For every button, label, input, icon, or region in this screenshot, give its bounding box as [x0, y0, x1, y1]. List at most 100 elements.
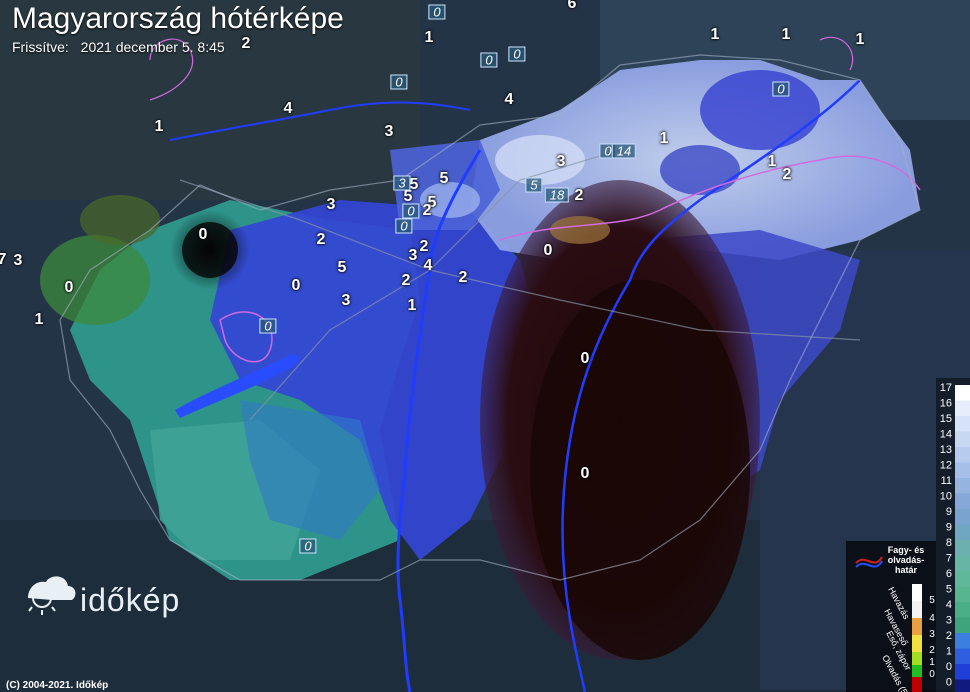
scale-value: 9	[946, 522, 952, 534]
scale-value: 6	[946, 568, 952, 580]
legend-bar-swatch	[912, 677, 922, 692]
scale-value: 2	[946, 630, 952, 642]
idokep-logo[interactable]: időkép	[22, 570, 179, 624]
scale-value: 4	[946, 599, 952, 611]
station-box[interactable]: 0	[395, 218, 413, 234]
legend-boundary-label: Fagy- és	[888, 545, 925, 555]
snow-depth-label: 7	[0, 251, 7, 268]
snow-depth-label: 3	[408, 247, 418, 264]
snow-depth-label: 1	[767, 153, 777, 170]
snow-depth-label: 1	[34, 311, 44, 328]
snow-depth-label: 0	[543, 242, 553, 259]
legend-bar-value: 0	[929, 669, 935, 680]
scale-swatch	[955, 478, 970, 494]
snow-depth-label: 2	[401, 272, 411, 289]
station-box[interactable]: 0	[259, 318, 277, 334]
scale-value: 9	[946, 506, 952, 518]
scale-value: 15	[940, 413, 952, 425]
snow-depth-label: 4	[423, 257, 433, 274]
legend-bar-value: 5	[929, 595, 935, 606]
map-title: Magyarország hótérképe	[12, 2, 344, 35]
snow-depth-label: 1	[154, 118, 164, 135]
snow-depth-label: 0	[580, 465, 590, 482]
scale-swatch	[955, 648, 970, 664]
scale-value: 7	[946, 553, 952, 565]
scale-value: 0	[946, 677, 952, 689]
snow-depth-label: 2	[419, 238, 429, 255]
logo-text: időkép	[80, 582, 181, 618]
legend: Fagy- és olvadás-határ Havazás Havaseső Eső,…	[846, 541, 936, 692]
legend-boundary-label: olvadás-	[888, 555, 925, 565]
scale-swatch	[955, 586, 970, 602]
station-box[interactable]: 0	[508, 46, 526, 62]
legend-boundary-label: határ	[895, 565, 918, 575]
updated-value: 2021 december 5. 8:45	[80, 39, 225, 55]
scale-value: 1	[946, 646, 952, 658]
scale-swatch	[955, 555, 970, 571]
scale-swatch	[955, 633, 970, 649]
freeze-line-icon	[855, 556, 883, 564]
snow-depth-label: 3	[384, 123, 394, 140]
scale-value: 0	[946, 661, 952, 673]
legend-graphic: Fagy- ésolvadás-határHavazásHavasesőEső,…	[855, 545, 935, 692]
snow-depth-label: 5	[337, 259, 347, 276]
snow-depth-label: 2	[316, 231, 326, 248]
scale-swatch	[955, 664, 970, 680]
station-box[interactable]: 0	[428, 4, 446, 20]
scale-value: 10	[940, 491, 952, 503]
snow-depth-label: 1	[710, 26, 720, 43]
scale-swatch	[955, 524, 970, 540]
snow-depth-label: 0	[291, 277, 301, 294]
station-box[interactable]: 14	[611, 143, 637, 159]
snow-depth-scale: 17 16 15 14 13 12 11 10 9 9 8 7 6 5 4 3 2 1 0 0	[936, 378, 970, 692]
snow-depth-label: 1	[855, 31, 865, 48]
snow-depth-label: 1	[407, 297, 417, 314]
scale-value: 8	[946, 537, 952, 549]
scale-value: 3	[946, 615, 952, 627]
snow-depth-label: 2	[422, 202, 432, 219]
scale-swatch	[955, 509, 970, 525]
snow-depth-label: 3	[556, 153, 566, 170]
snow-depth-label: 1	[659, 130, 669, 147]
scale-value: 13	[940, 444, 952, 456]
snow-depth-label: 0	[198, 226, 208, 243]
scale-value: 5	[946, 584, 952, 596]
copyright: (C) 2004-2021. Időkép	[6, 680, 109, 691]
scale-swatch	[955, 571, 970, 587]
scale-swatch	[955, 602, 970, 618]
updated-label: Frissítve:	[12, 39, 69, 55]
scale-swatch	[955, 540, 970, 556]
station-box[interactable]: 3	[393, 175, 411, 191]
snow-depth-label: 4	[283, 100, 293, 117]
station-box[interactable]: 18	[544, 187, 570, 203]
legend-bar-swatch	[912, 618, 922, 635]
snow-depth-label: 0	[64, 279, 74, 296]
scale-swatch	[955, 385, 970, 401]
station-box[interactable]: 5	[525, 177, 543, 193]
station-box[interactable]: 0	[390, 74, 408, 90]
scale-swatch	[955, 431, 970, 447]
legend-bar-value: 3	[929, 629, 935, 640]
snow-depth-label: 1	[781, 26, 791, 43]
station-box[interactable]: 0	[772, 81, 790, 97]
legend-bar-value: 2	[929, 645, 935, 656]
snow-depth-label: 2	[458, 269, 468, 286]
snow-map: Magyarország hótérképe Frissítve: 2021 d…	[0, 0, 970, 692]
station-box[interactable]: 0	[480, 52, 498, 68]
legend-bar-swatch	[912, 584, 922, 601]
legend-bar-swatch	[912, 652, 922, 665]
snow-depth-label: 5	[439, 170, 449, 187]
scale-swatch	[955, 617, 970, 633]
scale-swatch	[955, 493, 970, 509]
scale-value: 14	[940, 429, 952, 441]
scale-value: 17	[940, 382, 952, 394]
legend-bar-swatch	[912, 635, 922, 652]
snow-depth-label: 4	[504, 91, 514, 108]
scale-bar: 1716151413121110998765432100	[940, 382, 970, 692]
scale-value: 16	[940, 398, 952, 410]
station-box[interactable]: 0	[299, 538, 317, 554]
snow-depth-label: 6	[567, 0, 577, 12]
scale-value: 12	[940, 460, 952, 472]
station-box[interactable]: 0	[402, 203, 420, 219]
scale-swatch	[955, 462, 970, 478]
